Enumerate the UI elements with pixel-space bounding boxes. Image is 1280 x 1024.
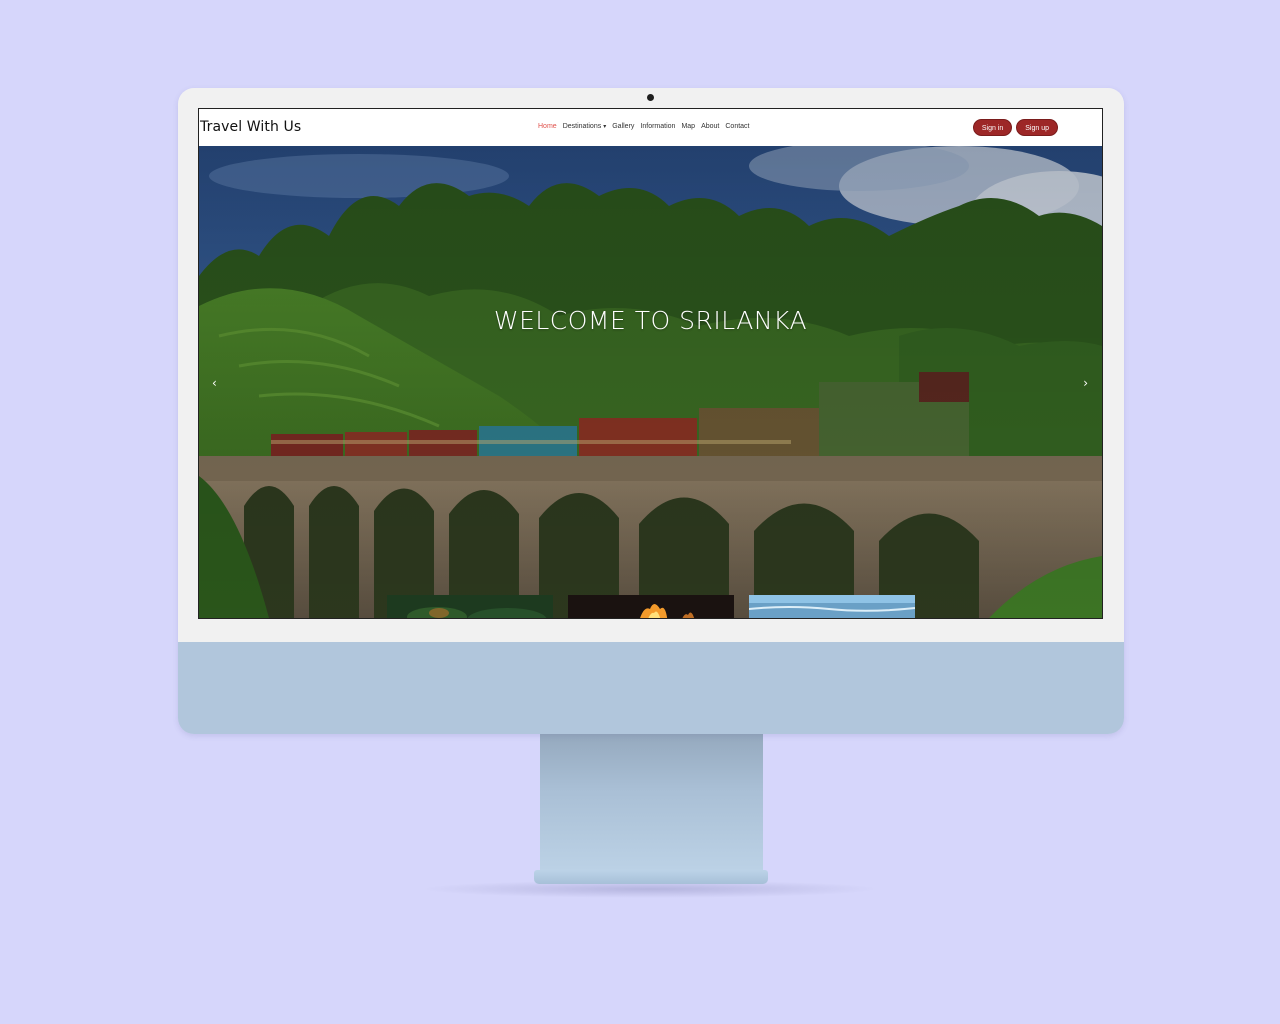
sign-in-button[interactable]: Sign in [972, 119, 1013, 136]
monitor-chin [178, 642, 1124, 734]
thumbnail-fire-dance-image [568, 595, 734, 618]
nav-link-destinations[interactable]: Destinations ▾ [563, 123, 607, 130]
nav-links: Home Destinations ▾ Gallery Information M… [538, 123, 750, 130]
website-screen: Travel With Us Home Destinations ▾ Galler… [198, 108, 1103, 619]
hero-title: WELCOME TO SRILANKA [493, 306, 808, 335]
nav-link-contact[interactable]: Contact [725, 123, 749, 130]
camera-icon [647, 94, 654, 101]
thumbnail-wildlife[interactable] [387, 595, 553, 618]
carousel-prev-icon[interactable]: ‹ [212, 376, 217, 390]
nav-link-map[interactable]: Map [681, 123, 695, 130]
nav-link-gallery[interactable]: Gallery [612, 123, 634, 130]
thumbnail-landscape-image [749, 595, 915, 618]
monitor-stand [540, 734, 763, 872]
brand-logo[interactable]: Travel With Us [200, 119, 301, 135]
sign-up-button[interactable]: Sign up [1016, 119, 1058, 136]
monitor-stand-base [534, 870, 768, 884]
scene: Travel With Us Home Destinations ▾ Galler… [0, 0, 1280, 1024]
gallery-thumbnails [387, 595, 915, 618]
thumbnail-wildlife-image [387, 595, 553, 618]
navbar: Travel With Us Home Destinations ▾ Galler… [199, 109, 1102, 146]
thumbnail-fire-dance[interactable] [568, 595, 734, 618]
nav-link-information[interactable]: Information [640, 123, 675, 130]
nav-link-home[interactable]: Home [538, 123, 557, 130]
thumbnail-landscape[interactable] [749, 595, 915, 618]
carousel-next-icon[interactable]: › [1083, 376, 1088, 390]
nav-link-destinations-label: Destinations [562, 123, 602, 130]
nav-link-about[interactable]: About [701, 123, 719, 130]
chevron-down-icon: ▾ [603, 124, 607, 130]
hero-image-train-bridge [199, 146, 1102, 618]
auth-buttons: Sign in Sign up [972, 119, 1058, 136]
hero-carousel: WELCOME TO SRILANKA ‹ › [199, 146, 1102, 618]
